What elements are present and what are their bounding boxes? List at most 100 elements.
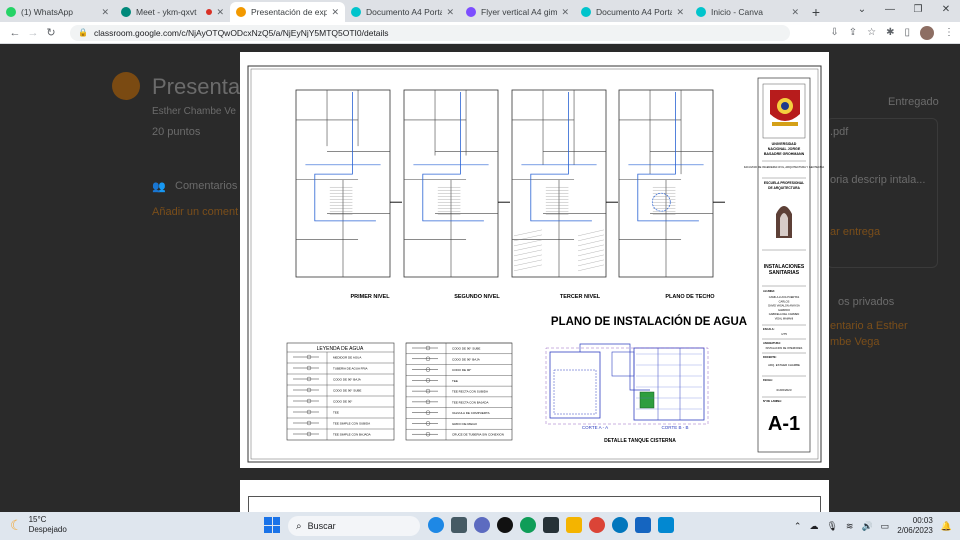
close-tab-icon[interactable]: ✕: [331, 7, 339, 18]
search-icon: ⌕: [296, 520, 302, 532]
extensions-icon[interactable]: ✱: [886, 27, 894, 38]
tab-search-icon[interactable]: ⌄: [848, 0, 876, 20]
moon-icon: ☾: [10, 516, 23, 533]
windows-taskbar: ☾ 15°C Despejado ⌕ Buscar ⌃ ☁ 🎙 ≋ 🔊 ▭ 00…: [0, 512, 960, 540]
student-name: VIDAL MAMANI: [775, 317, 794, 321]
browser-tab[interactable]: Documento A4 Portad ✕: [345, 2, 460, 22]
volume-icon[interactable]: 🔊: [861, 521, 872, 532]
private-comments-heading: os privados: [838, 296, 895, 308]
notification-icon[interactable]: 🔔: [941, 521, 952, 532]
assignment-title: Presenta: [152, 74, 241, 99]
add-comment-link[interactable]: Añadir un coment: [152, 206, 238, 218]
system-tray: ⌃ ☁ 🎙 ≋ 🔊 ▭ 00:03 2/06/2023 🔔: [794, 516, 952, 536]
side-panel-icon[interactable]: ▯: [904, 27, 910, 38]
bing-icon[interactable]: [428, 517, 444, 533]
water-installation-plan: PRIMER NIVEL SEGUNDO NIVEL TERCER NIVEL …: [247, 65, 824, 463]
chevron-up-icon[interactable]: ⌃: [794, 521, 802, 532]
close-window-button[interactable]: ✕: [932, 0, 960, 20]
date-value: 01/06/2023: [776, 388, 791, 392]
add-delivery-button[interactable]: ar entrega: [830, 226, 880, 238]
close-tab-icon[interactable]: ✕: [561, 7, 569, 18]
browser-tab[interactable]: Presentación de expe ✕: [230, 2, 345, 22]
scale-label: ESCALA:: [763, 327, 775, 331]
floor-plan-2: [403, 89, 510, 278]
assignment-author: Esther Chambe Ve: [152, 106, 236, 117]
battery-icon[interactable]: ▭: [881, 521, 890, 532]
clock-date: 2/06/2023: [897, 526, 933, 535]
close-tab-icon[interactable]: ✕: [216, 7, 224, 18]
student-label: ALUMNA:: [763, 289, 775, 293]
bookmark-star-icon[interactable]: ☆: [867, 27, 876, 38]
task-view-icon[interactable]: [451, 517, 467, 533]
taskbar-apps: [428, 517, 674, 533]
legend-item-label: TEE: [333, 411, 339, 415]
private-comment-link-2[interactable]: mbe Vega: [830, 336, 880, 348]
start-button[interactable]: [264, 517, 280, 533]
edge-icon[interactable]: [520, 517, 536, 533]
close-tab-icon[interactable]: ✕: [101, 7, 109, 18]
tab-strip: (1) WhatsApp ✕ Meet - ykm-qxvt ✕ Presentació…: [0, 0, 960, 22]
level-label-4: PLANO DE TECHO: [665, 294, 715, 300]
onedrive-icon[interactable]: ☁: [809, 521, 818, 532]
tab-title: Presentación de expe: [251, 7, 328, 17]
floor-plan-3: [511, 89, 618, 278]
browser-tab[interactable]: (1) WhatsApp ✕: [0, 2, 115, 22]
share-icon[interactable]: ⇪: [849, 27, 857, 38]
university-line-2: NACIONAL JORGE: [768, 147, 801, 151]
word-icon[interactable]: [635, 517, 651, 533]
chrome-icon[interactable]: [589, 517, 605, 533]
tab-title: Flyer vertical A4 gim: [481, 7, 558, 17]
weather-widget[interactable]: ☾ 15°C Despejado: [10, 515, 67, 535]
profile-avatar[interactable]: [920, 25, 934, 40]
teams-chat-icon[interactable]: [474, 517, 490, 533]
school-line-1: ESCUELA PROFESIONAL: [764, 181, 804, 185]
legend-item-label: CODO DE 90° SUBE: [333, 389, 361, 393]
tab-favicon-icon: [236, 7, 246, 17]
browser-tab[interactable]: Flyer vertical A4 gim ✕: [460, 2, 575, 22]
browser-tab[interactable]: Inicio - Canva ✕: [690, 2, 805, 22]
tab-title: Inicio - Canva: [711, 7, 763, 17]
student-name: CAMILA LUCIA PUERTAS: [769, 295, 800, 299]
attachment-pdf[interactable]: .pdf: [830, 126, 848, 138]
tab-title: Documento A4 Portad: [366, 7, 443, 17]
browser-toolbar: ← → ↻ 🔒 classroom.google.com/c/NjAyOTQwO…: [0, 22, 960, 44]
tab-title: (1) WhatsApp: [21, 7, 73, 17]
tab-favicon-icon: [6, 7, 16, 17]
address-bar[interactable]: 🔒 classroom.google.com/c/NjAyOTQwODcxNzQ…: [70, 24, 790, 41]
new-tab-button[interactable]: +: [805, 2, 827, 22]
browser-tab[interactable]: Meet - ykm-qxvt ✕: [115, 2, 230, 22]
taskbar-search[interactable]: ⌕ Buscar: [288, 516, 420, 536]
photos-icon[interactable]: [658, 517, 674, 533]
tab-title: Documento A4 Portad: [596, 7, 673, 17]
legend-item-label: TEE SIMPLE CON BAJADA: [333, 433, 371, 437]
scale-value: 1/75: [781, 332, 787, 336]
app-icon[interactable]: [612, 517, 628, 533]
microphone-icon[interactable]: 🎙: [826, 521, 837, 532]
close-tab-icon[interactable]: ✕: [791, 7, 799, 18]
forward-button[interactable]: →: [24, 27, 42, 39]
file-explorer-icon[interactable]: [566, 517, 582, 533]
maximize-button[interactable]: ❐: [904, 0, 932, 20]
section-a-label: CORTE A - A: [582, 425, 608, 430]
clock[interactable]: 00:03 2/06/2023: [897, 516, 933, 536]
minimize-button[interactable]: —: [876, 0, 904, 20]
close-tab-icon[interactable]: ✕: [446, 7, 454, 18]
store-icon[interactable]: [543, 517, 559, 533]
plan-main-title: PLANO DE INSTALACIÓN DE AGUA: [551, 315, 747, 328]
toolbar-actions: ⇩ ⇪ ☆ ✱ ▯ ⋮: [830, 25, 954, 40]
wifi-icon[interactable]: ≋: [846, 521, 854, 532]
attachment-description[interactable]: oria descrip intala...: [830, 174, 925, 186]
level-label-3: TERCER NIVEL: [560, 294, 601, 300]
reload-button[interactable]: ↻: [42, 26, 60, 39]
private-comment-link-1[interactable]: entario a Esther: [830, 320, 908, 332]
cistern-detail: [545, 343, 709, 425]
url-text: classroom.google.com/c/NjAyOTQwODcxNzQ5/…: [93, 27, 389, 38]
level-label-2: SEGUNDO NIVEL: [454, 294, 500, 300]
section-b-label: CORTE B - B: [662, 425, 689, 430]
close-tab-icon[interactable]: ✕: [676, 7, 684, 18]
back-button[interactable]: ←: [6, 27, 24, 39]
browser-tab[interactable]: Documento A4 Portad ✕: [575, 2, 690, 22]
install-icon[interactable]: ⇩: [830, 27, 838, 38]
menu-icon[interactable]: ⋮: [944, 27, 954, 38]
dell-icon[interactable]: [497, 517, 513, 533]
